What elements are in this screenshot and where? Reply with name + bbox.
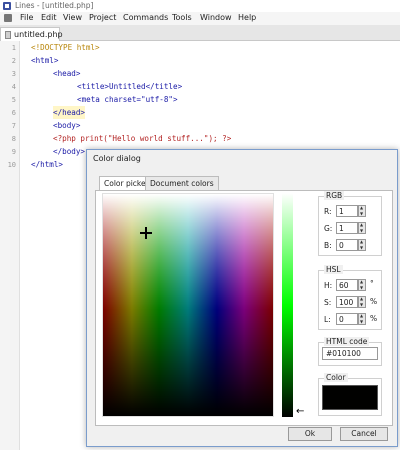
code-line: <head> [53, 69, 81, 78]
menu-file[interactable]: File [20, 13, 33, 22]
code-line: <?php print("Hello world stuff..."); ?> [53, 134, 232, 143]
g-spinner[interactable] [358, 222, 366, 234]
hsl-group-label: HSL [324, 265, 343, 274]
tab-document-colors[interactable]: Document colors [145, 176, 219, 190]
b-spinner[interactable] [358, 239, 366, 251]
app-menu-icon[interactable] [4, 14, 12, 22]
g-label: G: [324, 224, 333, 233]
s-input[interactable]: 100 [336, 296, 358, 308]
file-icon [5, 31, 11, 39]
title-bar: Lines - [untitled.php] [0, 0, 400, 12]
l-spinner[interactable] [358, 313, 366, 325]
code-line: <html> [31, 56, 59, 65]
menu-tools[interactable]: Tools [172, 13, 192, 22]
html-code-input[interactable]: #010100 [322, 347, 378, 360]
line-number: 3 [11, 70, 16, 78]
tab-bar: untitled.php [0, 25, 400, 41]
code-line: <title>Untitled</title> [77, 82, 183, 91]
s-label: S: [324, 298, 332, 307]
hue-saturation-field[interactable] [102, 193, 274, 417]
r-input[interactable]: 1 [336, 205, 358, 217]
menu-commands[interactable]: Commands [123, 13, 168, 22]
l-input[interactable]: 0 [336, 313, 358, 325]
line-number: 9 [11, 148, 16, 156]
line-number: 6 [11, 109, 16, 117]
l-unit: % [370, 314, 378, 323]
menu-view[interactable]: View [63, 13, 82, 22]
menu-edit[interactable]: Edit [41, 13, 57, 22]
code-line-current: </head> [53, 106, 86, 119]
color-swatch [322, 385, 378, 410]
line-number: 4 [11, 83, 16, 91]
dialog-title: Color dialog [93, 154, 141, 163]
line-number: 7 [11, 122, 16, 130]
cancel-button[interactable]: Cancel [340, 427, 388, 441]
html-code-label: HTML code [324, 337, 370, 346]
b-input[interactable]: 0 [336, 239, 358, 251]
code-line: </html> [31, 160, 64, 169]
h-unit: ° [370, 279, 374, 288]
tab-untitled-php[interactable]: untitled.php [0, 27, 63, 41]
window-title: Lines - [untitled.php] [15, 1, 94, 10]
g-input[interactable]: 1 [336, 222, 358, 234]
r-label: R: [324, 207, 332, 216]
app-icon [3, 2, 11, 10]
tab-label: untitled.php [14, 30, 63, 39]
color-label: Color [324, 373, 348, 382]
s-spinner[interactable] [358, 296, 366, 308]
menu-window[interactable]: Window [200, 13, 232, 22]
rgb-group-label: RGB [324, 191, 345, 200]
crosshair-cursor-icon[interactable] [140, 227, 152, 239]
ok-button[interactable]: Ok [288, 427, 332, 441]
line-number: 5 [11, 96, 16, 104]
h-spinner[interactable] [358, 279, 366, 291]
code-line: <!DOCTYPE html> [31, 43, 100, 52]
r-spinner[interactable] [358, 205, 366, 217]
slider-arrow-icon[interactable]: ← [296, 407, 304, 417]
menu-project[interactable]: Project [89, 13, 116, 22]
s-unit: % [370, 297, 378, 306]
code-line: </body> [53, 147, 86, 156]
l-label: L: [324, 315, 331, 324]
menu-bar: File Edit View Project Commands Tools Wi… [0, 12, 400, 25]
h-input[interactable]: 60 [336, 279, 358, 291]
code-line: <meta charset="utf-8"> [77, 95, 178, 104]
line-number: 8 [11, 135, 16, 143]
h-label: H: [324, 281, 333, 290]
lightness-slider[interactable] [282, 193, 293, 417]
b-label: B: [324, 241, 332, 250]
line-number: 10 [7, 161, 16, 169]
line-number: 1 [11, 44, 16, 52]
line-number: 2 [11, 57, 16, 65]
code-line: <body> [53, 121, 81, 130]
line-gutter: 1 2 3 4 5 6 7 8 9 10 [0, 41, 20, 450]
menu-help[interactable]: Help [238, 13, 256, 22]
